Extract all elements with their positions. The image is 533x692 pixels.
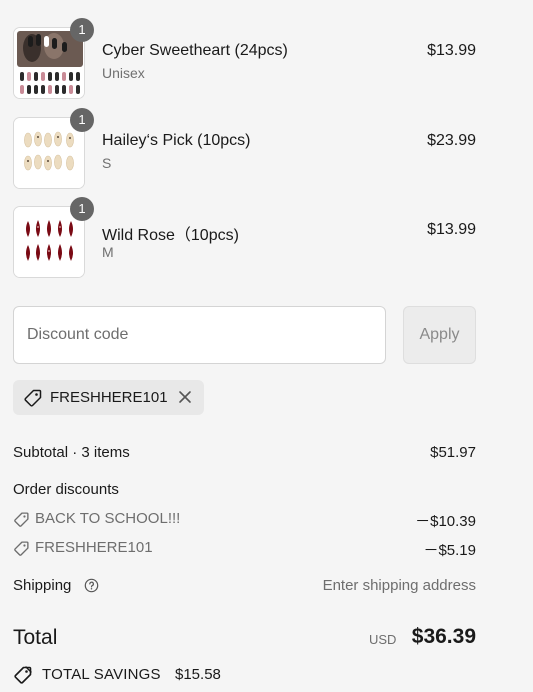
tag-icon xyxy=(14,666,32,684)
shipping-value: Enter shipping address xyxy=(322,577,476,594)
quantity-badge: 1 xyxy=(70,108,94,132)
order-discounts-label: Order discounts xyxy=(13,481,119,498)
line-item: 1 Hailey‘s Pick (10pcs) S $23.99 xyxy=(13,108,476,189)
product-variant: S xyxy=(102,155,112,171)
currency-code: USD xyxy=(369,632,397,647)
product-price: $23.99 xyxy=(427,132,476,149)
discount-name: FRESHHERE101 xyxy=(35,539,153,556)
product-variant: M xyxy=(102,244,114,260)
discount-amount: －$5.19 xyxy=(423,542,476,559)
product-price: $13.99 xyxy=(427,42,476,59)
total-savings-value: $15.58 xyxy=(175,666,221,683)
line-item: 1 Cyber Sweetheart (24pcs) Unisex $13.99 xyxy=(13,18,476,99)
subtotal-value: $51.97 xyxy=(430,444,476,461)
subtotal-label: Subtotal · 3 items xyxy=(13,444,130,461)
applied-discount-code: FRESHHERE101 xyxy=(50,389,168,406)
tag-icon xyxy=(24,389,42,407)
close-icon[interactable] xyxy=(178,390,192,404)
discount-name: BACK TO SCHOOL!!! xyxy=(35,510,181,527)
discount-amount: －$10.39 xyxy=(415,513,476,530)
discount-code-input[interactable] xyxy=(13,306,386,364)
applied-discount-chip: FRESHHERE101 xyxy=(13,380,204,415)
product-name: Cyber Sweetheart (24pcs) xyxy=(102,42,288,59)
total-value: $36.39 xyxy=(411,625,476,648)
tag-icon xyxy=(14,512,29,527)
quantity-badge: 1 xyxy=(70,18,94,42)
apply-button[interactable]: Apply xyxy=(403,306,476,364)
product-price: $13.99 xyxy=(427,221,476,238)
product-name: Hailey‘s Pick (10pcs) xyxy=(102,132,251,149)
line-item: 1 Wild Rose（10pcs) M $13.99 xyxy=(13,197,476,278)
product-variant: Unisex xyxy=(102,65,145,81)
shipping-label: Shipping xyxy=(13,577,72,594)
total-savings-label: TOTAL SAVINGS xyxy=(42,666,161,683)
product-name: Wild Rose（10pcs) xyxy=(102,227,239,244)
tag-icon xyxy=(14,541,29,556)
quantity-badge: 1 xyxy=(70,197,94,221)
help-icon[interactable] xyxy=(84,578,99,593)
total-label: Total xyxy=(13,626,58,649)
